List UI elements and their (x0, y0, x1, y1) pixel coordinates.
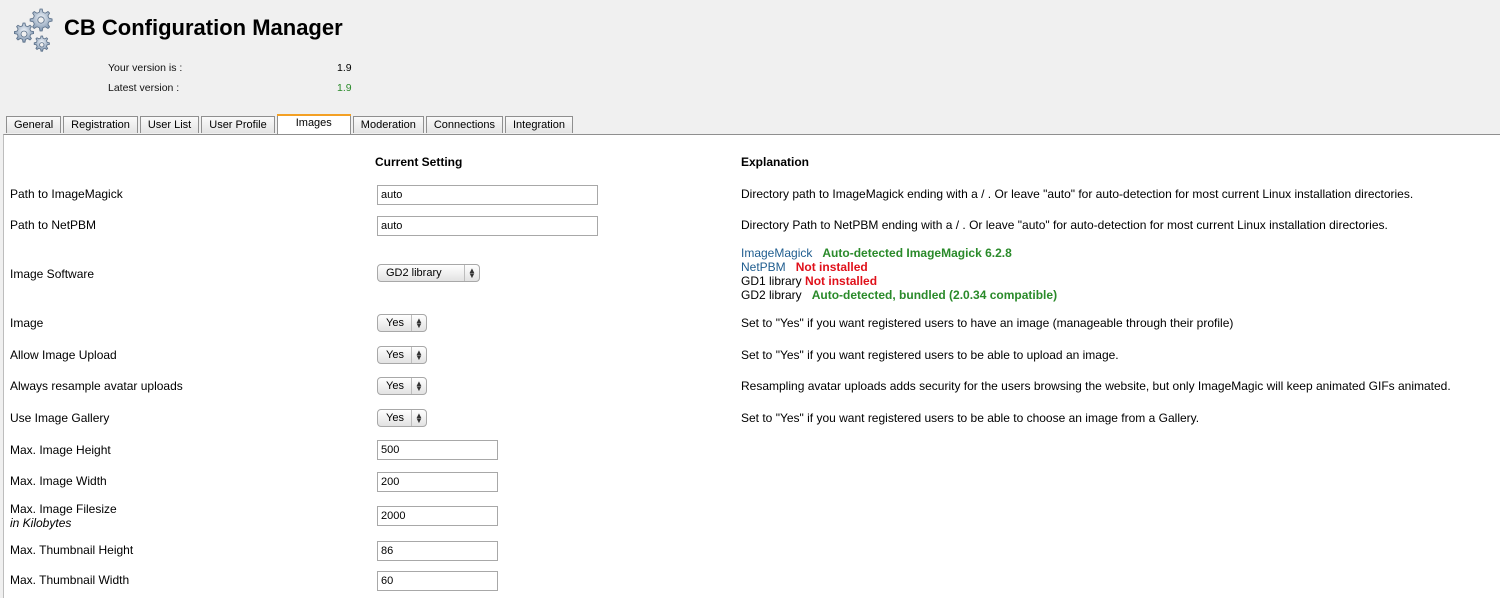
latest-version-label: Latest version : (108, 82, 180, 94)
image-label: Image (10, 316, 44, 330)
tab-user-list[interactable]: User List (139, 116, 200, 133)
page-header: CB Configuration Manager Your version is… (0, 0, 1500, 115)
image-select[interactable]: Yes ▲ ▼ (377, 314, 427, 332)
max-height-input[interactable] (377, 440, 498, 460)
tab-registration[interactable]: Registration (63, 116, 138, 133)
latest-version-value: 1.9 (337, 82, 352, 94)
resample-explanation: Resampling avatar uploads adds security … (741, 379, 1451, 393)
thumb-height-input[interactable] (377, 541, 498, 561)
image-software-select[interactable]: GD2 library ▲ ▼ (377, 264, 480, 282)
imagemagick-path-label: Path to ImageMagick (10, 187, 123, 201)
tab-user-profile[interactable]: User Profile (201, 116, 275, 133)
gallery-explanation: Set to "Yes" if you want registered user… (741, 411, 1200, 425)
max-height-label: Max. Image Height (10, 443, 111, 457)
thumb-width-input[interactable] (377, 571, 498, 591)
tab-moderation[interactable]: Moderation (352, 116, 424, 133)
netpbm-status: NetPBM Not installed (741, 260, 868, 274)
imagemagick-path-explanation: Directory path to ImageMagick ending wit… (741, 187, 1414, 201)
select-arrows-icon: ▲ ▼ (411, 347, 426, 363)
netpbm-path-label: Path to NetPBM (10, 218, 97, 232)
explanation-header: Explanation (741, 155, 810, 169)
resample-select[interactable]: Yes ▲ ▼ (377, 377, 427, 395)
gallery-label: Use Image Gallery (10, 411, 110, 425)
allow-upload-select[interactable]: Yes ▲ ▼ (377, 346, 427, 364)
thumb-height-label: Max. Thumbnail Height (10, 543, 134, 557)
max-filesize-label: Max. Image Filesize (10, 502, 117, 516)
image-explanation: Set to "Yes" if you want registered user… (741, 316, 1234, 330)
tab-connections[interactable]: Connections (425, 116, 503, 133)
allow-upload-label: Allow Image Upload (10, 348, 117, 362)
resample-label: Always resample avatar uploads (10, 379, 183, 393)
imagemagick-status: ImageMagick Auto-detected ImageMagick 6.… (741, 246, 1012, 260)
tab-integration[interactable]: Integration (505, 116, 573, 133)
max-width-label: Max. Image Width (10, 474, 107, 488)
page-title: CB Configuration Manager (64, 15, 343, 40)
select-arrows-icon: ▲ ▼ (464, 265, 479, 281)
tab-general[interactable]: General (6, 116, 62, 133)
thumb-width-label: Max. Thumbnail Width (10, 573, 130, 587)
imagemagick-path-input[interactable] (377, 185, 598, 205)
gd2-status: GD2 library Auto-detected, bundled (2.0.… (741, 288, 1058, 302)
select-arrows-icon: ▲ ▼ (411, 378, 426, 394)
your-version-value: 1.9 (337, 62, 352, 74)
netpbm-path-explanation: Directory Path to NetPBM ending with a /… (741, 218, 1388, 232)
allow-upload-explanation: Set to "Yes" if you want registered user… (741, 348, 1119, 362)
your-version-label: Your version is : (108, 62, 183, 74)
image-software-label: Image Software (10, 267, 95, 281)
gears-icon (14, 8, 53, 52)
max-filesize-sublabel: in Kilobytes (10, 516, 72, 530)
current-setting-header: Current Setting (375, 155, 463, 169)
max-filesize-input[interactable] (377, 506, 498, 526)
images-settings-panel (3, 134, 1500, 598)
select-arrows-icon: ▲ ▼ (411, 410, 426, 426)
tab-images[interactable]: Images (276, 114, 351, 134)
select-arrows-icon: ▲ ▼ (411, 315, 426, 331)
netpbm-path-input[interactable] (377, 216, 598, 236)
gallery-select[interactable]: Yes ▲ ▼ (377, 409, 427, 427)
gd1-status: GD1 library Not installed (741, 274, 878, 288)
max-width-input[interactable] (377, 472, 498, 492)
settings-tabs: General Registration User List User Prof… (6, 114, 575, 134)
